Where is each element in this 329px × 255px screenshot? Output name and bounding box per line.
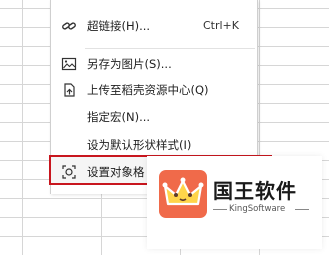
menu-item-label: 上传至稻壳资源中心(Q) [87, 83, 209, 97]
menu-item-default-shape-style[interactable]: 设为默认形状样式(I) [51, 133, 257, 157]
upload-cloud-icon [61, 82, 77, 98]
brand-subtitle: KingSoftware [229, 204, 286, 214]
menu-item-assign-macro[interactable]: 指定宏(N)... [51, 105, 257, 129]
menu-separator [85, 48, 255, 49]
divider [213, 209, 227, 210]
menu-item-upload-resource[interactable]: 上传至稻壳资源中心(Q) [51, 78, 257, 102]
menu-item-label: 超链接(H)... [87, 19, 151, 33]
divider [295, 209, 309, 210]
brand-logo [159, 170, 207, 218]
menu-item-label: 设为默认形状样式(I) [87, 138, 192, 152]
brand-watermark: 国王软件 KingSoftware [147, 156, 322, 249]
save-image-icon [61, 56, 77, 72]
crown-icon [162, 177, 204, 206]
link-icon [61, 18, 77, 34]
menu-item-save-as-picture[interactable]: 另存为图片(S)... [51, 52, 257, 76]
menu-item-label: 另存为图片(S)... [87, 57, 172, 71]
brand-name: 国王软件 [213, 179, 297, 203]
shortcut-label: Ctrl+K [202, 19, 239, 32]
menu-item-hyperlink[interactable]: 超链接(H)... Ctrl+K [51, 14, 257, 38]
menu-item-label: 指定宏(N)... [87, 110, 151, 124]
